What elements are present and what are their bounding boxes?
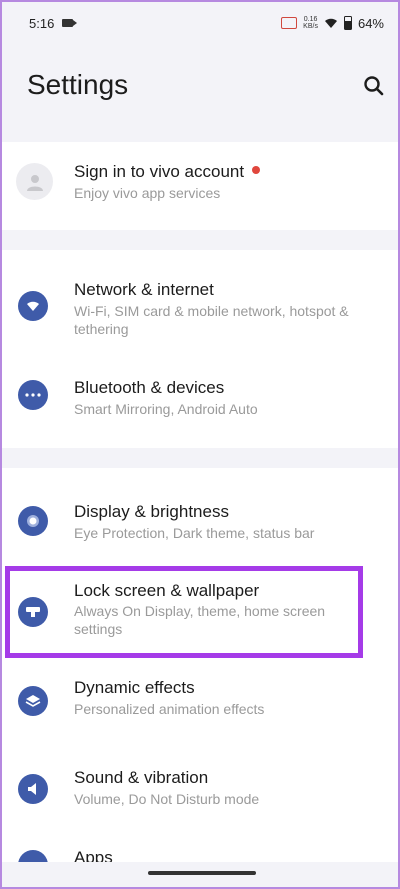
net-speed-unit: KB/s <box>303 23 318 30</box>
notification-dot <box>252 166 261 174</box>
settings-item-subtitle: Personalized animation effects <box>74 701 265 717</box>
video-camera-icon <box>62 19 78 27</box>
battery-percent: 64% <box>357 15 384 31</box>
wifi-icon <box>324 18 337 28</box>
account-title-text: Sign in to vivo account <box>74 162 245 181</box>
more-dots-icon <box>18 380 48 410</box>
settings-item-title: Lock screen & wallpaper <box>74 581 260 600</box>
settings-item-subtitle: Volume, Do Not Disturb mode <box>74 791 260 807</box>
account-row: Sign in to vivo account Enjoy vivo app s… <box>2 142 398 230</box>
status-time: 5:16 <box>29 15 55 31</box>
account-card[interactable]: Sign in to vivo account Enjoy vivo app s… <box>2 142 398 230</box>
status-icons: 0.16 KB/s 64% <box>281 16 384 31</box>
navigation-bar <box>2 862 398 887</box>
settings-item-title: Bluetooth & devices <box>74 378 225 397</box>
settings-item-dynamic-effects[interactable]: Dynamic effects Personalized animation e… <box>2 660 398 746</box>
settings-item-subtitle: Smart Mirroring, Android Auto <box>74 401 258 417</box>
layers-icon <box>18 686 48 716</box>
display-icon <box>18 506 48 536</box>
settings-item-title: Display & brightness <box>74 502 229 521</box>
status-bar: 5:16 0.16 KB/s 64% <box>2 2 398 44</box>
home-gesture-handle[interactable] <box>148 871 256 875</box>
settings-item-title: Dynamic effects <box>74 678 195 697</box>
settings-item-bluetooth[interactable]: Bluetooth & devices Smart Mirroring, And… <box>2 348 398 448</box>
wifi-icon <box>18 291 48 321</box>
settings-group-personalization: Display & brightness Eye Protection, Dar… <box>2 468 398 887</box>
settings-item-subtitle: Always On Display, theme, home screen se… <box>74 603 326 637</box>
settings-item-sound[interactable]: Sound & vibration Volume, Do Not Disturb… <box>2 746 398 830</box>
settings-item-lock-screen[interactable]: Lock screen & wallpaper Always On Displa… <box>2 564 398 660</box>
settings-screen: 5:16 0.16 KB/s 64% Settings Sign in to v… <box>2 2 398 887</box>
lock-screen-icon <box>18 597 48 627</box>
net-speed: 0.16 KB/s <box>303 16 318 30</box>
settings-item-subtitle: Wi-Fi, SIM card & mobile network, hotspo… <box>74 303 349 337</box>
speaker-icon <box>18 774 48 804</box>
settings-item-title: Network & internet <box>74 280 214 299</box>
search-icon[interactable] <box>362 74 386 98</box>
settings-item-network[interactable]: Network & internet Wi-Fi, SIM card & mob… <box>2 250 398 348</box>
battery-icon <box>343 16 352 30</box>
settings-group-connectivity: Network & internet Wi-Fi, SIM card & mob… <box>2 250 398 448</box>
page-title: Settings <box>27 69 129 100</box>
account-subtitle: Enjoy vivo app services <box>74 185 221 201</box>
settings-item-display[interactable]: Display & brightness Eye Protection, Dar… <box>2 468 398 564</box>
settings-item-subtitle: Eye Protection, Dark theme, status bar <box>74 525 315 541</box>
net-speed-value: 0.16 <box>303 16 318 23</box>
header: Settings <box>2 44 398 142</box>
account-title: Sign in to vivo account <box>74 162 261 182</box>
settings-item-title: Sound & vibration <box>74 768 209 787</box>
cast-icon <box>281 17 298 29</box>
